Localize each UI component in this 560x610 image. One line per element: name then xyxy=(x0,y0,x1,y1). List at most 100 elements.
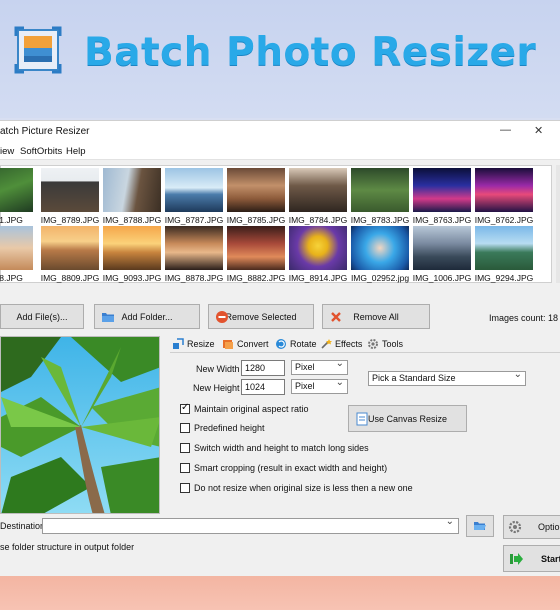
thumbnail-filename: IMG_8882.JPG xyxy=(226,273,286,283)
tab-tools-label: Tools xyxy=(382,339,404,349)
remove-selected-button[interactable]: Remove Selected xyxy=(208,304,314,329)
images-count: Images count: 18 xyxy=(489,313,559,323)
thumbnail[interactable]: IMG_8789.JPG xyxy=(41,168,99,226)
thumbnail-grid[interactable]: 9091.JPG IMG_8789.JPG IMG_8788.JPG IMG_8… xyxy=(0,165,552,283)
switch-wh-checkbox[interactable]: Switch width and height to match long si… xyxy=(180,443,369,453)
checkbox-box[interactable] xyxy=(180,443,190,453)
tab-bar: Resize Convert Rotate Effects Tools xyxy=(172,335,560,353)
title-bar: atch Picture Resizer — ✕ xyxy=(0,121,560,142)
banner: Batch Photo Resizer xyxy=(0,0,560,118)
thumbnail[interactable]: IMG_8784.JPG xyxy=(289,168,347,226)
remove-selected-label: Remove Selected xyxy=(225,311,297,322)
add-folder-button[interactable]: Add Folder... xyxy=(94,304,200,329)
menu-view[interactable]: iew xyxy=(0,146,14,157)
smart-crop-checkbox[interactable]: Smart cropping (result in exact width an… xyxy=(180,463,387,473)
tab-resize[interactable]: Resize xyxy=(172,338,215,350)
new-height-input[interactable]: 1024 xyxy=(241,379,285,395)
canvas-icon xyxy=(356,412,368,426)
thumbnail-image xyxy=(289,226,347,270)
thumbnail-image xyxy=(289,168,347,212)
thumbnail[interactable]: IMG_9294.JPG xyxy=(475,226,533,284)
destination-input[interactable] xyxy=(42,516,459,534)
thumbnail[interactable]: IMG_1006.JPG xyxy=(413,226,471,284)
checkbox-box[interactable] xyxy=(180,483,190,493)
browse-folder-button[interactable] xyxy=(466,515,494,537)
menu-bar: iew SoftOrbits Help xyxy=(0,142,560,160)
bottom-band xyxy=(0,576,560,610)
minimize-button[interactable]: — xyxy=(500,124,511,136)
convert-icon xyxy=(223,340,233,349)
image-preview xyxy=(0,336,160,514)
thumbnail-image xyxy=(351,226,409,270)
app-window: atch Picture Resizer — ✕ iew SoftOrbits … xyxy=(0,120,560,576)
tab-tools[interactable]: Tools xyxy=(367,338,403,350)
thumbnail[interactable]: IMG_8763.JPG xyxy=(413,168,471,226)
thumbnail[interactable]: IMG_02952.jpg xyxy=(351,226,409,284)
switch-wh-label: Switch width and height to match long si… xyxy=(194,443,369,453)
remove-selected-icon xyxy=(216,311,228,323)
folder-icon xyxy=(102,313,114,322)
standard-size-select[interactable]: Pick a Standard Size xyxy=(368,369,526,386)
thumbnail[interactable]: IMG_8762.JPG xyxy=(475,168,533,226)
new-width-input[interactable]: 1280 xyxy=(241,360,285,376)
new-width-label: New Width xyxy=(196,364,240,374)
canvas-resize-button[interactable]: Use Canvas Resize xyxy=(348,405,467,432)
tab-rotate[interactable]: Rotate xyxy=(275,338,317,350)
tab-rotate-label: Rotate xyxy=(290,339,317,349)
thumbnail[interactable]: 8798.JPG xyxy=(0,226,33,284)
options-label: Optio xyxy=(538,522,560,532)
height-unit-select[interactable]: Pixel xyxy=(291,377,348,394)
remove-all-button[interactable]: Remove All xyxy=(322,304,430,329)
thumbnail[interactable]: IMG_8882.JPG xyxy=(227,226,285,284)
start-label: Start xyxy=(541,553,560,564)
predefined-height-checkbox[interactable]: Predefined height xyxy=(180,423,265,433)
menu-softorbits[interactable]: SoftOrbits xyxy=(20,146,62,157)
checkbox-box[interactable] xyxy=(180,463,190,473)
resize-icon xyxy=(173,338,184,349)
thumbnail-filename: IMG_8788.JPG xyxy=(102,215,162,225)
smart-crop-label: Smart cropping (result in exact width an… xyxy=(194,463,388,473)
close-button[interactable]: ✕ xyxy=(534,124,543,137)
thumbnail[interactable]: IMG_8878.JPG xyxy=(165,226,223,284)
preview-palm-image xyxy=(1,337,159,513)
thumbnail[interactable]: IMG_8787.JPG xyxy=(165,168,223,226)
thumbnail-filename: IMG_8789.JPG xyxy=(40,215,100,225)
thumbnail-scrollbar[interactable] xyxy=(556,165,560,283)
destination-label: Destination xyxy=(0,521,46,531)
thumbnail-filename: IMG_8787.JPG xyxy=(164,215,224,225)
rotate-icon xyxy=(276,339,286,349)
thumbnail-filename: IMG_9093.JPG xyxy=(102,273,162,283)
tab-effects-label: Effects xyxy=(335,339,363,349)
thumbnail[interactable]: IMG_8914.JPG xyxy=(289,226,347,284)
thumbnail[interactable]: IMG_8785.JPG xyxy=(227,168,285,226)
options-button[interactable]: Optio xyxy=(503,515,560,539)
thumbnail-image xyxy=(475,168,533,212)
thumbnail[interactable]: IMG_8788.JPG xyxy=(103,168,161,226)
tab-resize-label: Resize xyxy=(187,339,215,349)
thumbnail-filename: IMG_8763.JPG xyxy=(412,215,472,225)
width-unit-select[interactable]: Pixel xyxy=(291,358,348,375)
open-folder-icon xyxy=(474,522,486,530)
tab-convert[interactable]: Convert xyxy=(222,338,269,350)
checkbox-box[interactable] xyxy=(180,402,190,414)
tab-effects[interactable]: Effects xyxy=(320,338,362,350)
thumbnail-image xyxy=(475,226,533,270)
thumbnail-image xyxy=(165,226,223,270)
maintain-aspect-checkbox[interactable]: Maintain original aspect ratio xyxy=(180,402,309,414)
thumbnail-filename: IMG_8809.JPG xyxy=(40,273,100,283)
thumbnail-image xyxy=(227,226,285,270)
thumbnail-image xyxy=(413,168,471,212)
thumbnail-image xyxy=(227,168,285,212)
start-button[interactable]: Start xyxy=(503,545,560,572)
thumbnail[interactable]: IMG_8783.JPG xyxy=(351,168,409,226)
thumbnail-filename: IMG_9294.JPG xyxy=(474,273,534,283)
thumbnail[interactable]: IMG_8809.JPG xyxy=(41,226,99,284)
thumbnail[interactable]: IMG_9093.JPG xyxy=(103,226,161,284)
predefined-height-label: Predefined height xyxy=(194,423,265,433)
no-resize-small-checkbox[interactable]: Do not resize when original size is less… xyxy=(180,483,413,493)
thumbnail[interactable]: 9091.JPG xyxy=(0,168,33,226)
checkbox-box[interactable] xyxy=(180,423,190,433)
menu-help[interactable]: Help xyxy=(66,146,86,157)
add-files-button[interactable]: Add File(s)... xyxy=(0,304,84,329)
magic-wand-icon xyxy=(321,339,332,349)
